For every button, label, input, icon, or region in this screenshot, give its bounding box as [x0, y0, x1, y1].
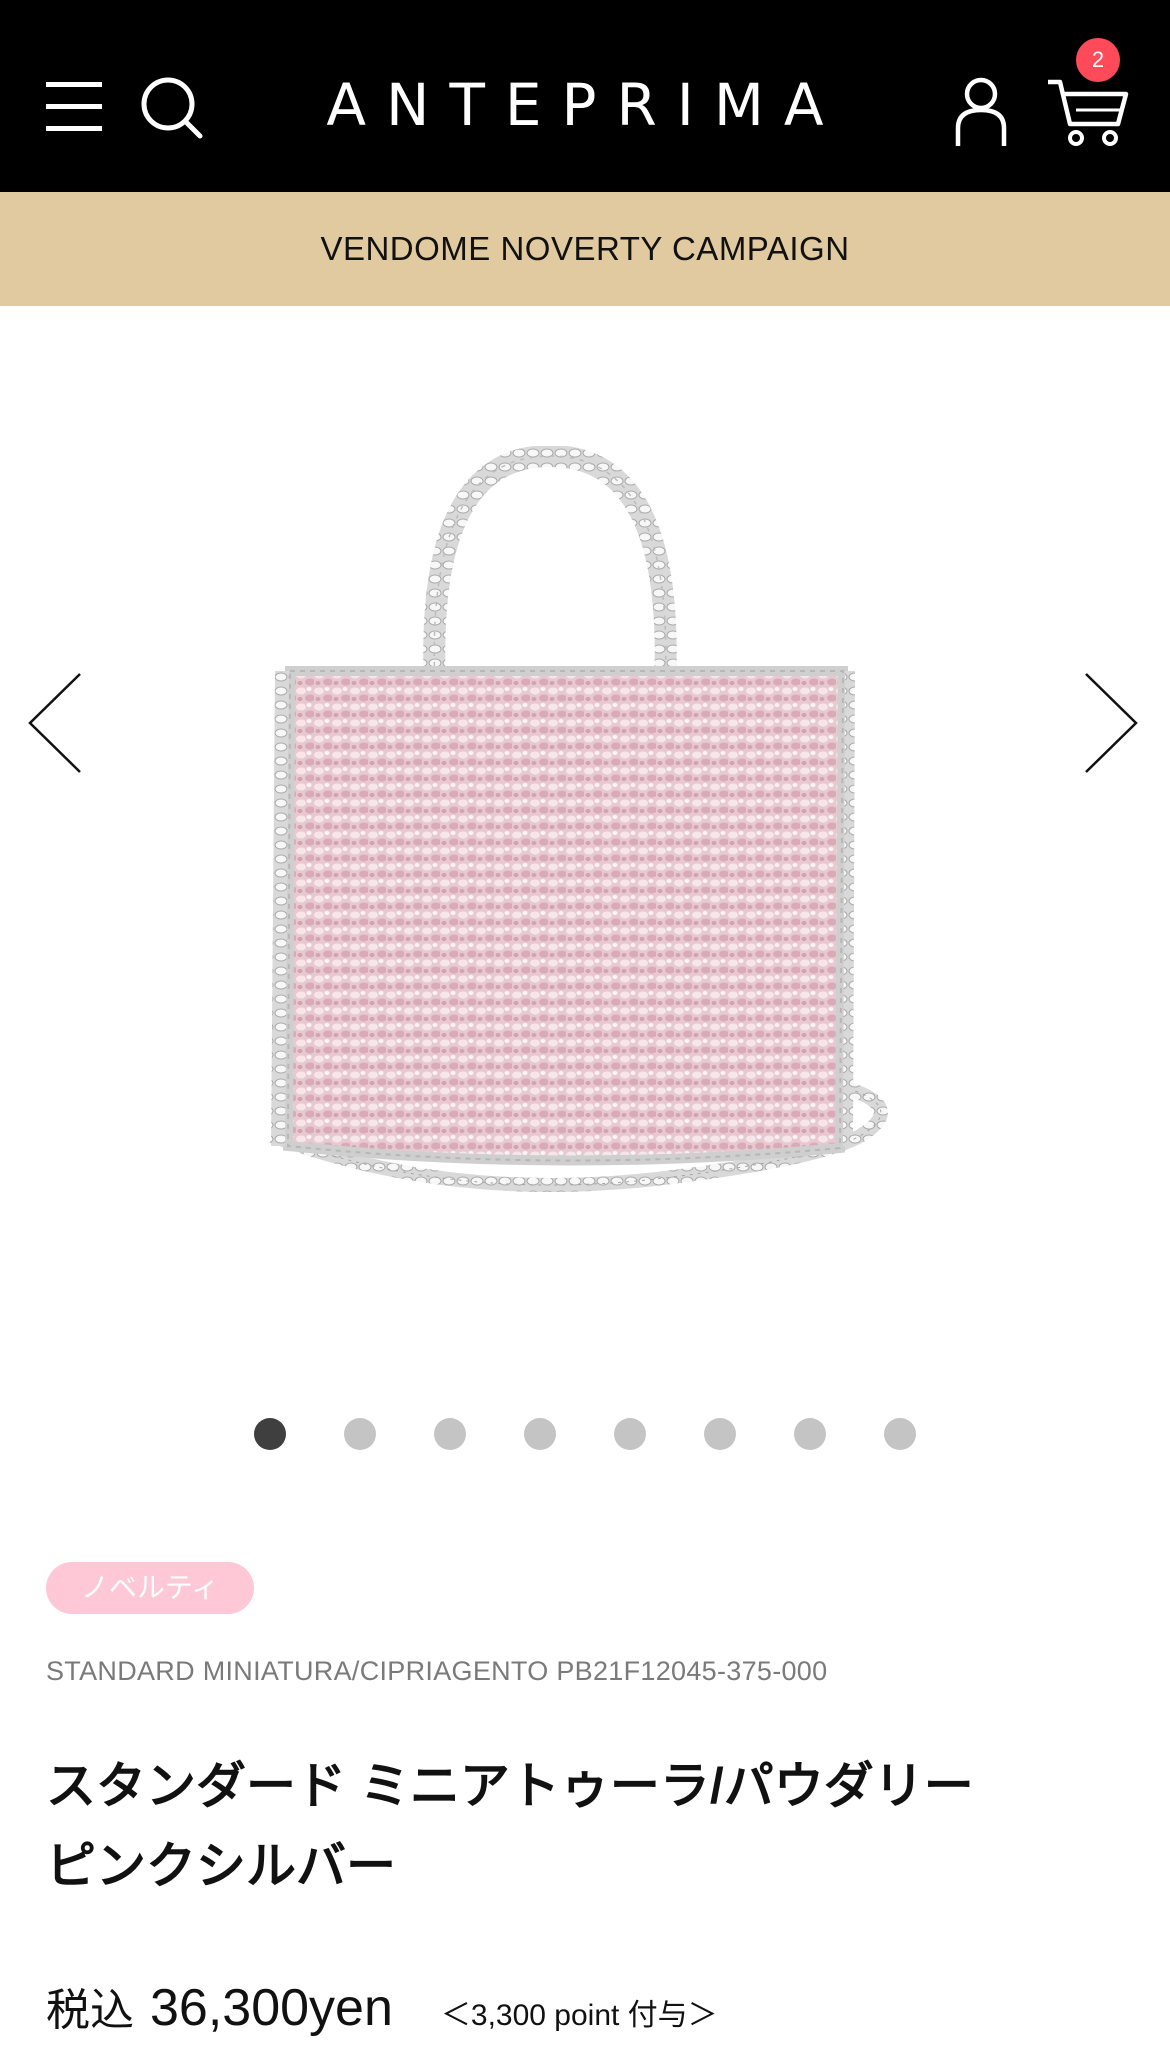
chevron-right-icon[interactable] [1080, 668, 1150, 778]
cart-count-badge: 2 [1076, 38, 1120, 82]
gallery-dot[interactable] [344, 1418, 376, 1450]
gallery-dot[interactable] [794, 1418, 826, 1450]
gallery-dot[interactable] [524, 1418, 556, 1450]
price-row: 税込 36,300yen ＜3,300 point 付与＞ [46, 1974, 718, 2038]
product-title-line: スタンダード ミニアトゥーラ/パウダリー [46, 1758, 974, 1814]
product-title: スタンダード ミニアトゥーラ/パウダリー ピンクシルバー [46, 1746, 1126, 1906]
novelty-badge: ノベルティ [46, 1562, 254, 1614]
menu-icon[interactable] [42, 78, 108, 136]
reward-points: ＜3,300 point 付与＞ [440, 1999, 718, 2032]
product-title-line: ピンクシルバー [46, 1838, 396, 1894]
gallery-dot[interactable] [434, 1418, 466, 1450]
site-logo[interactable]: ANTEPRIMA [300, 70, 870, 140]
gallery-dot[interactable] [704, 1418, 736, 1450]
campaign-banner[interactable]: VENDOME NOVERTY CAMPAIGN [0, 192, 1170, 306]
user-icon[interactable] [952, 74, 1010, 148]
gallery-pagination [0, 1418, 1170, 1452]
gallery-dot[interactable] [254, 1418, 286, 1450]
site-header: ANTEPRIMA 2 [0, 0, 1170, 192]
search-icon[interactable] [136, 72, 208, 144]
chevron-left-icon[interactable] [16, 668, 86, 778]
product-gallery [0, 306, 1170, 1496]
price-value: 36,300yen [150, 1979, 393, 2037]
cart-icon[interactable] [1046, 74, 1130, 148]
product-image [260, 444, 1020, 1226]
gallery-dot[interactable] [884, 1418, 916, 1450]
campaign-banner-text: VENDOME NOVERTY CAMPAIGN [320, 230, 850, 267]
price-label: 税込 [46, 1986, 134, 2035]
product-sku: STANDARD MINIATURA/CIPRIAGENTO PB21F1204… [46, 1656, 828, 1686]
gallery-dot[interactable] [614, 1418, 646, 1450]
